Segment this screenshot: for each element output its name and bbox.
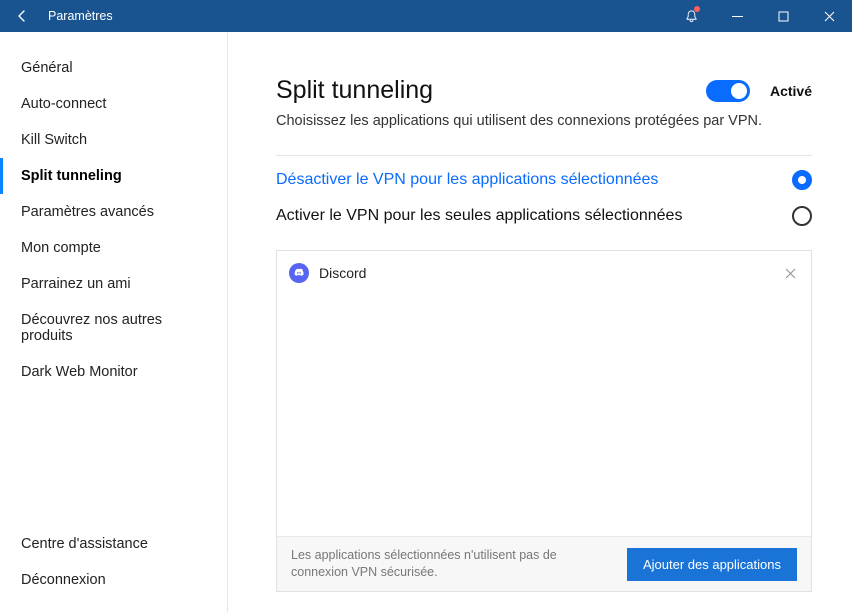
maximize-button[interactable] [760,0,806,32]
sidebar-item-split-tunneling[interactable]: Split tunneling [0,158,227,194]
back-button[interactable] [0,0,44,32]
app-list: Discord [277,251,811,536]
page-title: Split tunneling [276,76,706,105]
remove-app-button[interactable] [781,264,799,282]
titlebar: Paramètres [0,0,852,32]
sidebar-item-advanced[interactable]: Paramètres avancés [0,194,227,230]
sidebar-item-kill-switch[interactable]: Kill Switch [0,122,227,158]
sidebar-item-general[interactable]: Général [0,50,227,86]
option-label: Désactiver le VPN pour les applications … [276,171,792,189]
option-label: Activer le VPN pour les seules applicati… [276,207,792,225]
option-enable-vpn-only[interactable]: Activer le VPN pour les seules applicati… [276,196,812,232]
notification-dot-icon [694,6,700,12]
sidebar-item-refer[interactable]: Parrainez un ami [0,266,227,302]
app-panel-footer: Les applications sélectionnées n'utilise… [277,536,811,591]
add-applications-button[interactable]: Ajouter des applications [627,548,797,581]
sidebar-item-dark-web-monitor[interactable]: Dark Web Monitor [0,354,227,390]
window-title: Paramètres [44,9,113,23]
toggle-knob [731,83,747,99]
sidebar-item-account[interactable]: Mon compte [0,230,227,266]
toggle-state-label: Activé [770,83,812,99]
option-disable-vpn[interactable]: Désactiver le VPN pour les applications … [276,156,812,196]
app-name: Discord [319,265,771,281]
app-panel: Discord Les applications sélectionnées n… [276,250,812,592]
main-content: Split tunneling Activé Choisissez les ap… [228,32,852,612]
radio-unselected-icon [792,206,812,226]
footer-note: Les applications sélectionnées n'utilise… [291,547,611,581]
minimize-button[interactable] [714,0,760,32]
sidebar: Général Auto-connect Kill Switch Split t… [0,32,228,612]
close-button[interactable] [806,0,852,32]
radio-selected-icon [792,170,812,190]
sidebar-item-logout[interactable]: Déconnexion [0,562,227,598]
sidebar-item-other-products[interactable]: Découvrez nos autres produits [0,302,227,354]
notifications-button[interactable] [668,0,714,32]
sidebar-item-auto-connect[interactable]: Auto-connect [0,86,227,122]
page-subtitle: Choisissez les applications qui utilisen… [276,113,812,129]
sidebar-item-help[interactable]: Centre d'assistance [0,526,227,562]
split-tunneling-toggle[interactable] [706,80,750,102]
app-item: Discord [289,261,799,285]
discord-icon [289,263,309,283]
